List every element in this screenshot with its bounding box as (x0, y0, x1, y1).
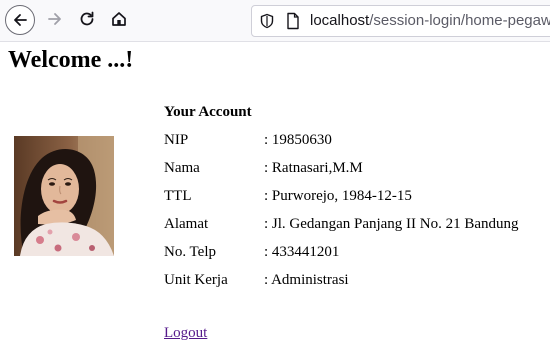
field-value: : Purworejo, 1984-12-15 (264, 188, 412, 204)
field-value: : Jl. Gedangan Panjang II No. 21 Bandung (264, 216, 519, 232)
field-value: : Ratnasari,M.M (264, 160, 363, 176)
welcome-heading: Welcome ...! (8, 47, 134, 73)
shield-icon[interactable] (259, 13, 275, 34)
forward-button[interactable] (40, 4, 70, 34)
reload-button[interactable] (72, 4, 102, 34)
page-content: Welcome ...! Your Account NIP: 19850630… (0, 41, 550, 360)
field-row-nip: NIP : 19850630 (164, 132, 519, 160)
field-row-alamat: Alamat : Jl. Gedangan Panjang II No. 21 … (164, 216, 519, 244)
field-label: Nama (164, 160, 200, 176)
address-bar[interactable]: localhost/session-login/home-pegawai.p (251, 5, 550, 37)
field-label: Alamat (164, 216, 209, 232)
url-path: /session-login/home-pegawai.p (369, 12, 550, 29)
field-label: Unit Kerja (164, 272, 228, 288)
back-button[interactable] (5, 5, 35, 35)
field-label: NIP (164, 132, 189, 148)
field-row-unit-kerja: Unit Kerja : Administrasi (164, 272, 519, 300)
arrow-right-icon (48, 13, 61, 25)
home-button[interactable] (104, 4, 134, 34)
field-row-ttl: TTL : Purworejo, 1984-12-15 (164, 188, 519, 216)
url-host: localhost (310, 12, 370, 29)
field-row-nama: Nama : Ratnasari,M.M (164, 160, 519, 188)
arrow-left-icon (14, 14, 27, 26)
account-heading: Your Account (164, 104, 252, 120)
field-value: : Administrasi (264, 272, 349, 288)
profile-photo (14, 136, 114, 256)
field-label: No. Telp (164, 244, 217, 260)
field-value: : 433441201 (264, 244, 340, 260)
field-label: TTL (164, 188, 192, 204)
page-icon[interactable] (285, 12, 301, 35)
account-info: Your Account NIP : 19850630 Nama : Ratna… (164, 104, 519, 300)
browser-toolbar: localhost/session-login/home-pegawai.p (0, 0, 550, 42)
field-value: : 19850630 (264, 132, 332, 148)
home-icon (112, 12, 126, 26)
url-text[interactable]: localhost/session-login/home-pegawai.p (310, 12, 550, 29)
field-row-telp: No. Telp : 433441201 (164, 244, 519, 272)
reload-icon (80, 11, 94, 26)
logout-link[interactable]: Logout (164, 325, 207, 342)
